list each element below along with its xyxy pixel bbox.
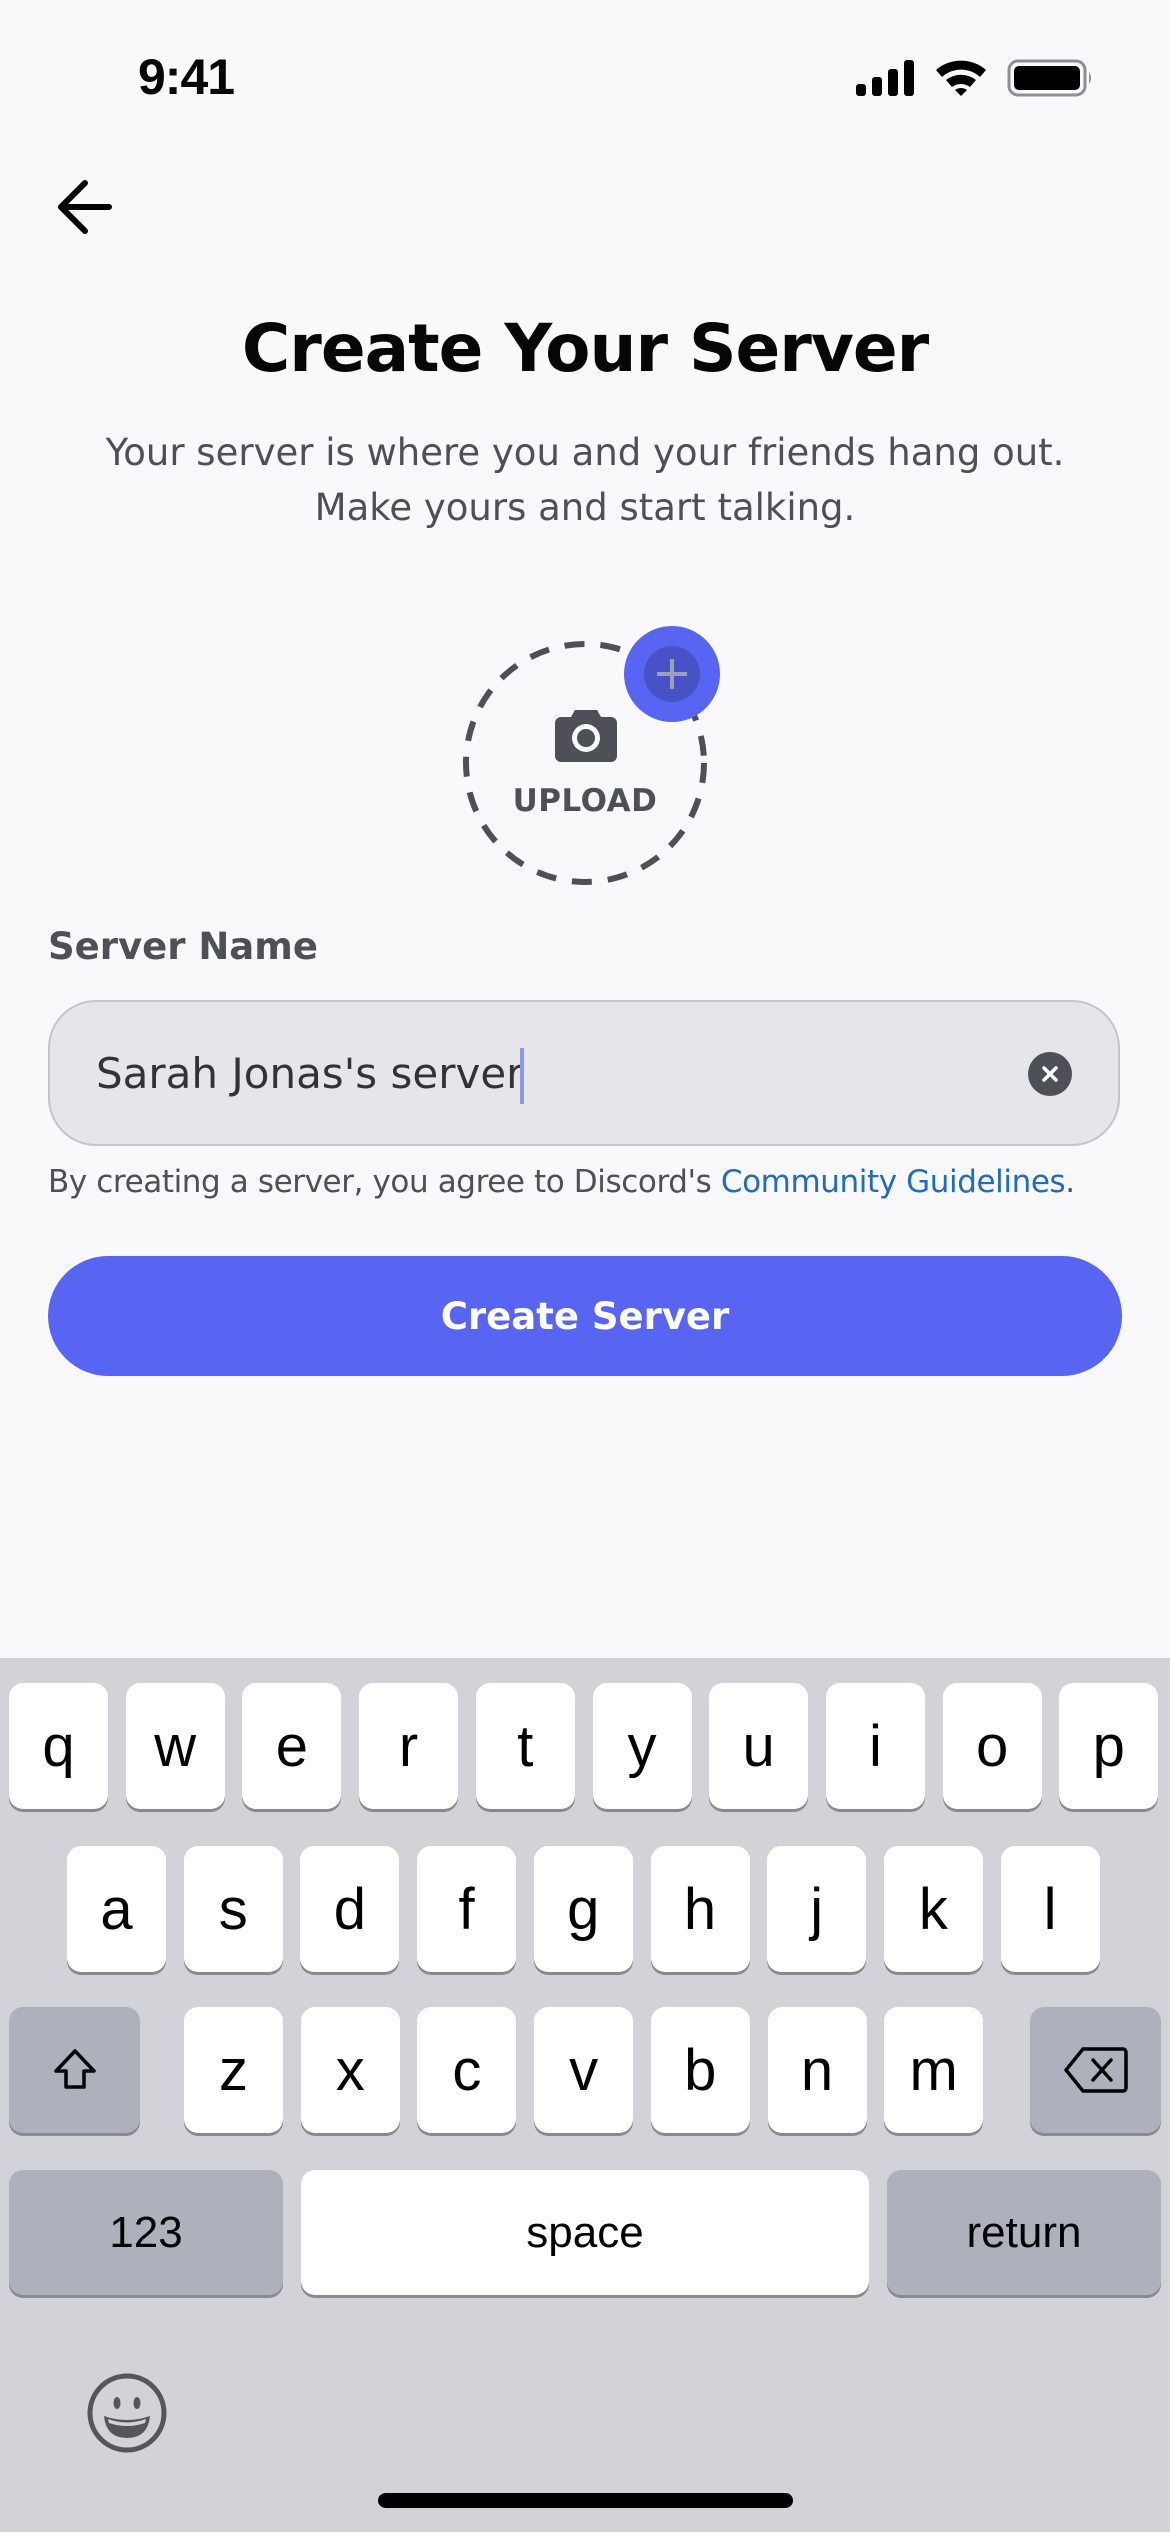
key-g[interactable]: g	[533, 1846, 633, 1972]
key-r[interactable]: r	[359, 1683, 459, 1809]
keyboard: qwertyuiop asdfghjkl zxcvbnm 123 space ret…	[0, 1658, 1170, 2532]
key-c[interactable]: c	[417, 2007, 517, 2133]
community-guidelines-link[interactable]: Community Guidelines	[721, 1164, 1066, 1200]
key-e[interactable]: e	[242, 1683, 342, 1809]
key-p[interactable]: p	[1059, 1683, 1159, 1809]
key-d[interactable]: d	[300, 1846, 400, 1972]
guidelines-notice: By creating a server, you agree to Disco…	[48, 1164, 1075, 1200]
key-l[interactable]: l	[1000, 1846, 1100, 1972]
space-key[interactable]: space	[301, 2170, 869, 2295]
text-caret	[520, 1048, 524, 1104]
home-indicator[interactable]	[378, 2493, 793, 2508]
server-name-input[interactable]	[96, 1002, 996, 1144]
key-s[interactable]: s	[183, 1846, 283, 1972]
add-image-button[interactable]	[624, 626, 720, 722]
emoji-button[interactable]	[86, 2372, 168, 2454]
subtitle-line-1: Your server is where you and your friend…	[105, 431, 1065, 474]
key-v[interactable]: v	[534, 2007, 634, 2133]
key-y[interactable]: y	[592, 1683, 692, 1809]
emoji-icon	[87, 2373, 167, 2453]
key-t[interactable]: t	[475, 1683, 575, 1809]
battery-icon	[1007, 59, 1091, 97]
numbers-key[interactable]: 123	[9, 2170, 283, 2295]
key-j[interactable]: j	[767, 1846, 867, 1972]
key-w[interactable]: w	[125, 1683, 225, 1809]
clear-x-icon	[1042, 1066, 1058, 1082]
upload-label: UPLOAD	[512, 783, 658, 819]
plus-icon	[644, 646, 700, 702]
key-o[interactable]: o	[942, 1683, 1042, 1809]
key-i[interactable]: i	[825, 1683, 925, 1809]
cellular-signal-icon	[856, 60, 914, 96]
key-a[interactable]: a	[67, 1846, 166, 1972]
page-subtitle: Your server is where you and your friend…	[0, 425, 1170, 535]
server-name-label: Server Name	[48, 925, 318, 968]
shift-icon	[53, 2049, 96, 2089]
key-h[interactable]: h	[650, 1846, 750, 1972]
back-button[interactable]	[40, 164, 126, 250]
key-m[interactable]: m	[884, 2007, 984, 2133]
create-server-button[interactable]: Create Server	[48, 1256, 1122, 1376]
key-k[interactable]: k	[883, 1846, 983, 1972]
return-key[interactable]: return	[887, 2170, 1161, 2295]
status-time: 9:41	[138, 49, 235, 105]
shift-key[interactable]	[9, 2007, 140, 2133]
key-n[interactable]: n	[767, 2007, 867, 2133]
status-icons	[854, 58, 1094, 98]
subtitle-line-2: Make yours and start talking.	[314, 486, 856, 529]
wifi-icon	[936, 60, 986, 96]
key-f[interactable]: f	[417, 1846, 517, 1972]
page-title: Create Your Server	[241, 310, 929, 387]
key-q[interactable]: q	[9, 1683, 108, 1809]
guidelines-text: By creating a server, you agree to Disco…	[48, 1164, 721, 1200]
arrow-left-icon	[58, 180, 112, 234]
server-name-field[interactable]	[48, 1000, 1120, 1146]
key-u[interactable]: u	[709, 1683, 809, 1809]
delete-key[interactable]	[1030, 2007, 1161, 2133]
key-b[interactable]: b	[650, 2007, 750, 2133]
clear-input-button[interactable]	[1028, 1052, 1072, 1096]
key-z[interactable]: z	[184, 2007, 283, 2133]
delete-icon	[1063, 2047, 1128, 2093]
camera-icon	[555, 710, 617, 762]
key-x[interactable]: x	[300, 2007, 400, 2133]
guidelines-period: .	[1065, 1164, 1075, 1200]
